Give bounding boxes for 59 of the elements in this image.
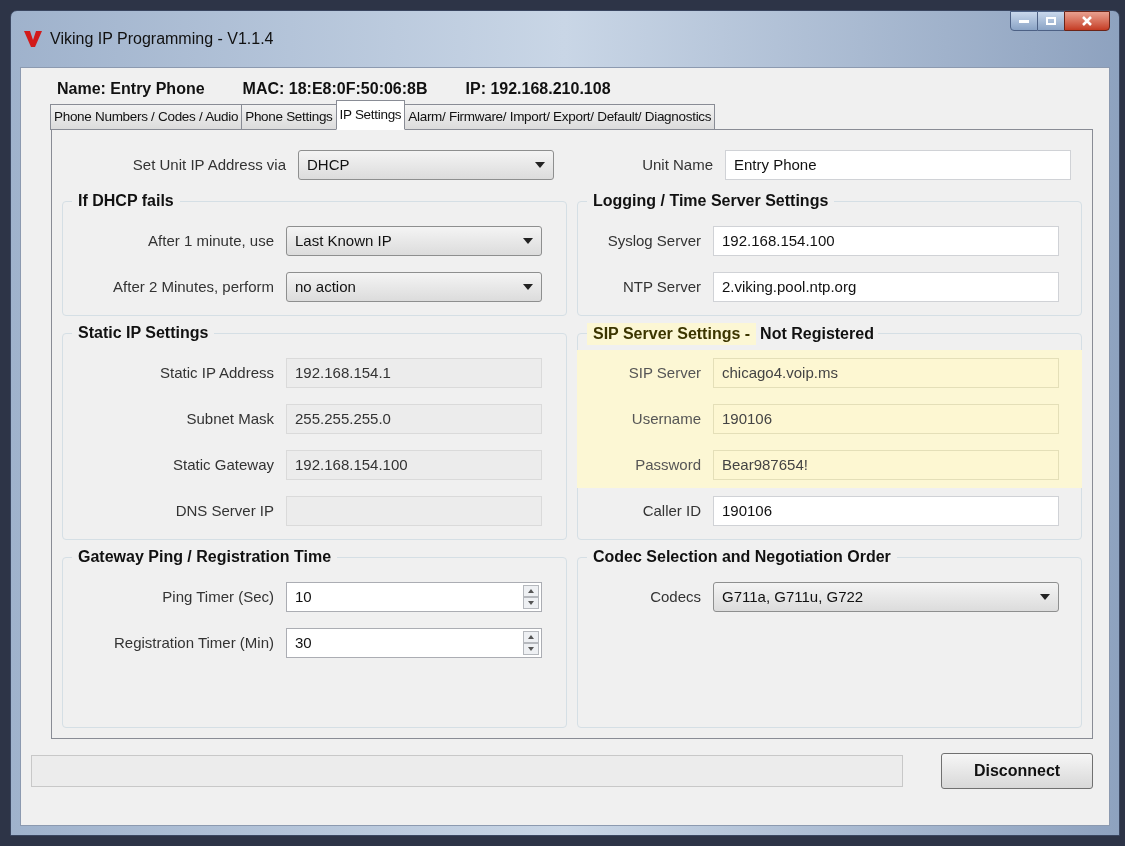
field-label: Static Gateway: [172, 454, 275, 475]
group-title: Gateway Ping / Registration Time: [77, 547, 333, 567]
input-field[interactable]: chicago4.voip.ms: [713, 358, 1059, 388]
field-label: Set Unit IP Address via: [131, 154, 287, 175]
caret-icon: [535, 162, 545, 168]
input-field[interactable]: 190106: [713, 404, 1059, 434]
spinner-field[interactable]: 30: [286, 628, 542, 658]
close-button[interactable]: [1064, 11, 1110, 31]
tab[interactable]: Phone Numbers / Codes / Audio: [50, 104, 243, 130]
minimize-icon: [1019, 19, 1029, 23]
input-field[interactable]: Bear987654!: [713, 450, 1059, 480]
dropdown[interactable]: Last Known IP: [286, 226, 542, 256]
window-title: Viking IP Programming - V1.1.4: [50, 29, 274, 49]
field-label: Registration Timer (Min): [112, 632, 275, 653]
maximize-icon: [1046, 17, 1056, 25]
dropdown[interactable]: G711a, G711u, G722: [713, 582, 1059, 612]
input-field[interactable]: 190106: [713, 496, 1059, 526]
group-title: Static IP Settings: [77, 323, 210, 343]
field-label: Username: [630, 408, 702, 429]
group-title: Logging / Time Server Settings: [592, 191, 830, 211]
field-label: NTP Server: [621, 276, 702, 297]
caret-icon: [523, 238, 533, 244]
spinner-arrows-icon[interactable]: [523, 631, 539, 655]
registration-status: Not Registered: [759, 324, 875, 344]
field-label: After 1 minute, use: [147, 230, 275, 251]
group-title: If DHCP fails: [77, 191, 175, 211]
field-label: Static IP Address: [159, 362, 275, 383]
input-field[interactable]: Entry Phone: [725, 150, 1071, 180]
input-field[interactable]: 192.168.154.100: [713, 226, 1059, 256]
caret-icon: [1040, 594, 1050, 600]
spinner-arrows-icon[interactable]: [523, 585, 539, 609]
field-label: Codecs: [649, 586, 702, 607]
minimize-button[interactable]: [1010, 11, 1038, 31]
tab[interactable]: Phone Settings: [241, 104, 337, 130]
dropdown[interactable]: DHCP: [298, 150, 554, 180]
tab[interactable]: IP Settings: [335, 100, 406, 130]
tab[interactable]: Alarm/ Firmware/ Import/ Export/ Default/ Diagnostics: [404, 104, 716, 130]
app-logo-icon: [24, 31, 42, 47]
input-field[interactable]: 2.viking.pool.ntp.org: [713, 272, 1059, 302]
disconnect-button[interactable]: Disconnect: [941, 753, 1093, 789]
group-title: Codec Selection and Negotiation Order: [592, 547, 892, 567]
maximize-button[interactable]: [1038, 11, 1064, 31]
field-label: Subnet Mask: [185, 408, 275, 429]
group-title: SIP Server Settings -: [587, 323, 757, 345]
caret-icon: [523, 284, 533, 290]
field-label: Caller ID: [641, 500, 702, 521]
spinner-field[interactable]: 10: [286, 582, 542, 612]
field-label: Password: [634, 454, 702, 475]
field-label: Syslog Server: [606, 230, 702, 251]
field-label: DNS Server IP: [174, 500, 275, 521]
field-label: Unit Name: [641, 154, 714, 175]
dropdown[interactable]: no action: [286, 272, 542, 302]
close-icon: [1082, 16, 1092, 26]
field-label: Ping Timer (Sec): [161, 586, 275, 607]
device-info: MAC: 18:E8:0F:50:06:8B: [242, 79, 428, 99]
device-info: IP: 192.168.210.108: [465, 79, 611, 99]
device-info: Name: Entry Phone: [57, 79, 205, 99]
field-label: SIP Server: [627, 362, 702, 383]
field-label: After 2 Minutes, perform: [112, 276, 275, 297]
